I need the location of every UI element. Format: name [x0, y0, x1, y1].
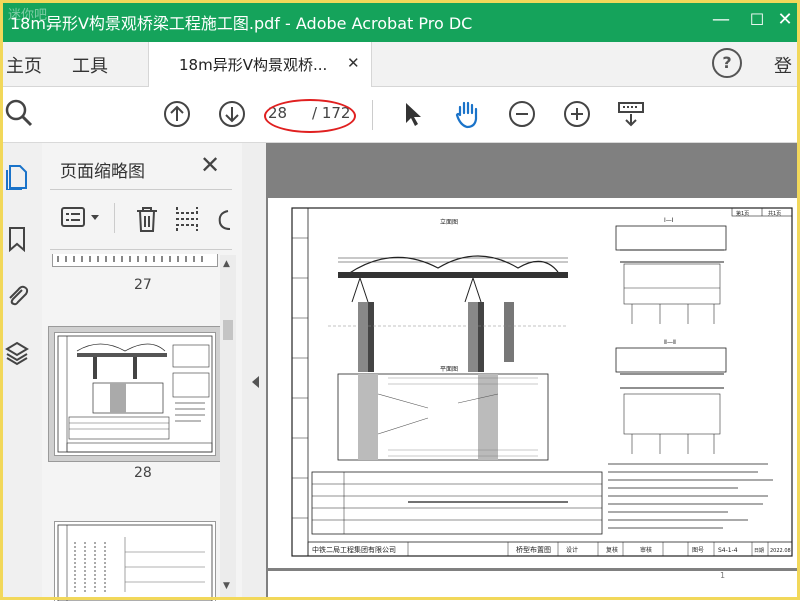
window-title: 18m异形V构景观桥梁工程施工图.pdf - Adobe Acrobat Pro… — [10, 14, 473, 33]
drawing-no-label: 图号 — [692, 547, 704, 554]
scroll-up-icon[interactable]: ▲ — [223, 259, 230, 269]
toolbar-divider — [372, 100, 373, 130]
rotate-icon[interactable] — [214, 205, 232, 233]
thumbnail-drawing — [57, 335, 213, 453]
sheet-total: 共1页 — [768, 210, 781, 217]
drawing-title: 桥型布置图 — [516, 545, 551, 554]
attachment-icon[interactable] — [4, 282, 30, 308]
delete-icon[interactable] — [134, 205, 160, 233]
thumbnail-drawing — [57, 256, 207, 262]
minimize-button[interactable]: — — [708, 8, 734, 32]
watermark: 迷你吧 — [8, 8, 48, 23]
thumbnail-page-27[interactable] — [52, 254, 218, 267]
document-tab-label: 18m异形V构景观桥... — [179, 56, 328, 74]
section-label: Ⅱ—Ⅱ — [664, 339, 676, 346]
panel-collapse-handle[interactable] — [242, 143, 266, 600]
thumbnail-scrollbar[interactable]: ▲ ▼ — [220, 255, 236, 600]
company-name: 中铁二局工程集团有限公司 — [312, 545, 396, 554]
title-bar: 18m异形V构景观桥梁工程施工图.pdf - Adobe Acrobat Pro… — [0, 0, 800, 42]
page-down-icon[interactable] — [217, 99, 247, 129]
date-label: 日期 — [754, 548, 764, 554]
navigation-pane-strip — [0, 143, 43, 600]
options-menu-icon[interactable] — [60, 205, 104, 231]
engineering-drawing: 中铁二局工程集团有限公司 桥型布置图 设计 复核 审核 图号 S4-1-4 日期… — [291, 207, 793, 557]
scroll-mode-icon[interactable] — [616, 99, 646, 129]
tab-document[interactable]: 18m异形V构景观桥... ✕ — [148, 42, 372, 87]
close-tab-icon[interactable]: ✕ — [347, 54, 360, 72]
hand-tool-icon[interactable] — [452, 99, 482, 129]
zoom-in-icon[interactable] — [562, 99, 592, 129]
next-page-preview: 1 — [268, 571, 800, 600]
bookmark-icon[interactable] — [4, 226, 30, 252]
page-up-icon[interactable] — [162, 99, 192, 129]
zoom-out-icon[interactable] — [507, 99, 537, 129]
maximize-button[interactable]: ☐ — [744, 8, 770, 32]
drawing-no: S4-1-4 — [718, 547, 738, 554]
drawing-date: 2022.08 — [770, 548, 791, 554]
thumbnail-page-28[interactable] — [54, 332, 216, 456]
thumbnail-page-29[interactable] — [54, 521, 216, 602]
elevation-label: 立面图 — [440, 218, 458, 226]
section-label: Ⅰ—Ⅰ — [664, 217, 674, 224]
close-panel-icon[interactable]: ✕ — [200, 151, 220, 179]
review-label: 审核 — [640, 546, 652, 554]
highlight-annotation — [264, 99, 356, 133]
sheet-number: 第1页 — [736, 210, 749, 217]
extract-pages-icon[interactable] — [174, 205, 200, 233]
layers-icon[interactable] — [4, 340, 30, 366]
tab-tools[interactable]: 工具 — [72, 52, 108, 78]
search-icon[interactable] — [4, 98, 34, 128]
close-button[interactable]: ✕ — [772, 8, 798, 32]
help-icon[interactable]: ? — [712, 48, 742, 78]
panel-title: 页面缩略图 — [60, 162, 145, 182]
select-cursor-icon[interactable] — [398, 99, 428, 129]
page-footer-number: 1 — [720, 571, 726, 580]
scroll-down-icon[interactable]: ▼ — [223, 581, 230, 591]
tab-home[interactable]: 主页 — [6, 52, 42, 78]
tab-bar: 主页 工具 — [0, 42, 800, 87]
thumbnail-label: 28 — [134, 465, 152, 481]
scrollbar-thumb[interactable] — [223, 320, 233, 340]
signin-link[interactable]: 登 — [774, 52, 792, 78]
panel-divider — [50, 189, 232, 190]
pages-icon[interactable] — [4, 164, 30, 190]
check-label: 复核 — [606, 546, 618, 554]
panel-divider — [50, 249, 232, 250]
plan-label: 平面图 — [440, 366, 458, 373]
panel-toolbar-divider — [114, 203, 115, 233]
pdf-page[interactable]: 中铁二局工程集团有限公司 桥型布置图 设计 复核 审核 图号 S4-1-4 日期… — [268, 198, 800, 568]
design-label: 设计 — [566, 546, 578, 554]
thumbnail-drawing — [57, 524, 213, 602]
thumbnail-label: 27 — [134, 277, 152, 293]
collapse-arrow-icon[interactable] — [250, 375, 260, 389]
